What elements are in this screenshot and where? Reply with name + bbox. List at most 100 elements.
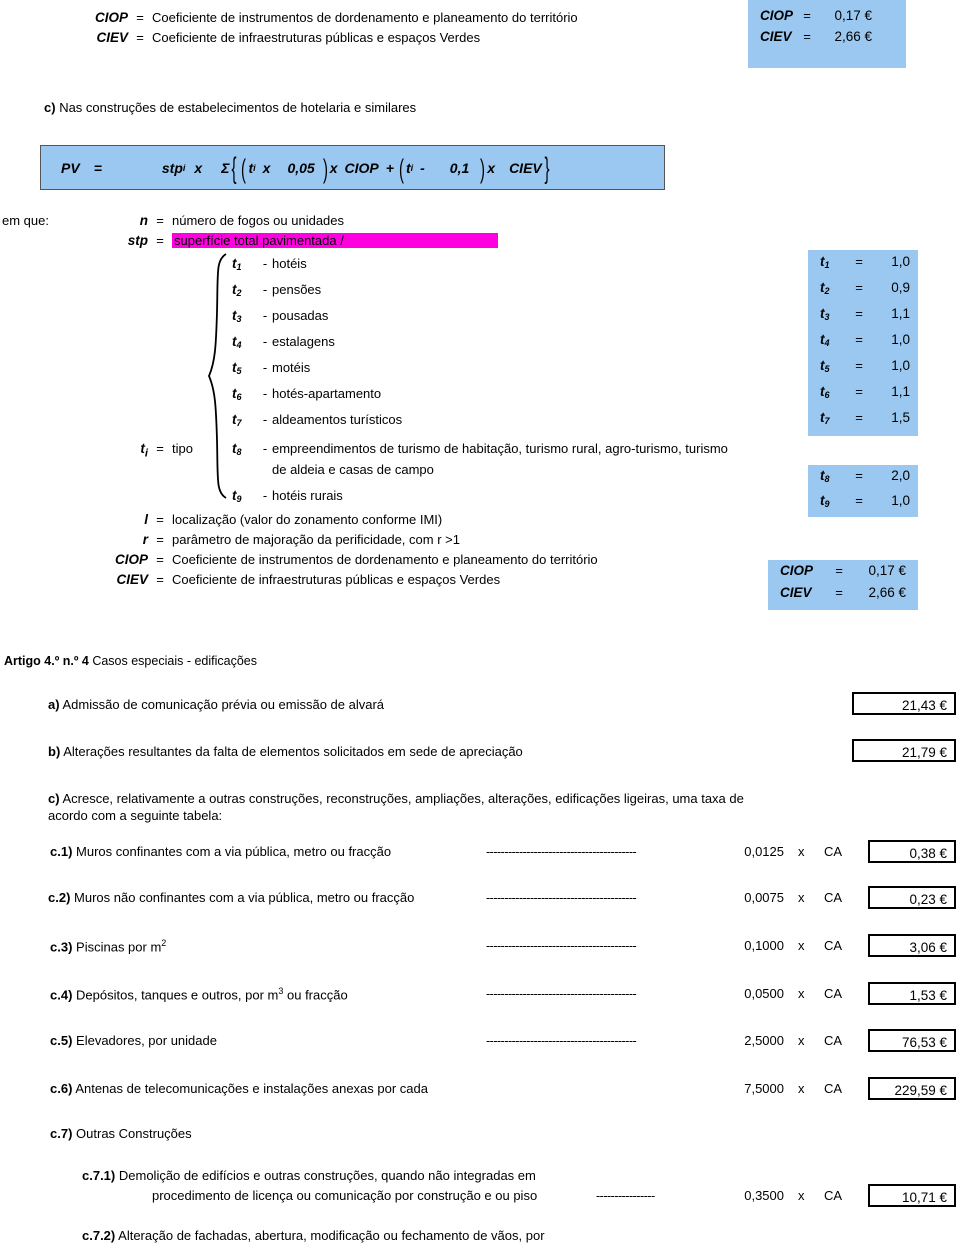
header-eq-ciop: = bbox=[136, 10, 144, 25]
tax-row-c4: c.4) Depósitos, tanques e outros, por m3… bbox=[50, 986, 348, 1002]
type-value-row-6: t6 = 1,1 bbox=[808, 384, 918, 410]
tax-row-c71-line1: c.7.1) Demolição de edifícios e outras c… bbox=[82, 1168, 536, 1183]
def-row-ti: ti = tipo bbox=[100, 441, 193, 460]
def-eq-l: = bbox=[156, 512, 164, 527]
def-key-ciev-tail: CIEV bbox=[116, 572, 148, 587]
def-text-stp-highlighted: superfície total pavimentada / bbox=[172, 233, 498, 248]
type-value-eq-8: = bbox=[855, 468, 863, 483]
artigo-item-b-value: 21,79 € bbox=[852, 739, 956, 762]
def-row-r: r = parâmetro de majoração da perificida… bbox=[100, 532, 460, 547]
type-value-row-2: t2 = 0,9 bbox=[808, 280, 918, 306]
type-label-3: pousadas bbox=[272, 308, 329, 323]
def-text-l: localização (valor do zonamento conforme… bbox=[172, 512, 443, 527]
tail-value-key-ciev: CIEV bbox=[780, 585, 812, 600]
tax-row-c3-dots: ----------------------------------------… bbox=[486, 939, 637, 953]
header-value-row-ciop: CIOP = 0,17 € bbox=[748, 8, 906, 29]
type-value-eq-6: = bbox=[855, 384, 863, 399]
tax-row-c2-ca: CA bbox=[824, 890, 843, 905]
formula-ciev: CIEV bbox=[509, 159, 542, 176]
type-value-eq-9: = bbox=[855, 493, 863, 508]
tax-row-c5-marker: c.5) bbox=[50, 1033, 73, 1048]
tax-row-c4-coef: 0,0500 bbox=[744, 986, 784, 1001]
type-value-4: 1,0 bbox=[891, 332, 910, 347]
type-value-key-7: t7 bbox=[820, 410, 830, 426]
tax-row-c4-ca: CA bbox=[824, 986, 843, 1001]
tax-row-c72-text: Alteração de fachadas, abertura, modific… bbox=[118, 1228, 545, 1243]
formula-x-2: x bbox=[262, 159, 271, 176]
type-value-eq-5: = bbox=[855, 358, 863, 373]
tax-row-c2-text: Muros não confinantes com a via pública,… bbox=[74, 890, 415, 905]
tax-row-c3-marker: c.3) bbox=[50, 939, 73, 955]
def-key-n: n bbox=[139, 213, 148, 228]
artigo-item-a-value: 21,43 € bbox=[852, 692, 956, 715]
type-row-2: t2 - pensões bbox=[232, 282, 321, 298]
header-values-panel: CIOP = 0,17 € CIEV = 2,66 € bbox=[748, 0, 906, 68]
formula-sigma: Σ bbox=[221, 159, 230, 176]
artigo-item-c-marker: c) bbox=[48, 791, 60, 806]
type-key-8: t8 bbox=[232, 441, 242, 457]
tax-row-c2-dots: ----------------------------------------… bbox=[486, 891, 637, 905]
formula-pv: PV bbox=[61, 159, 80, 176]
type-key-4: t4 bbox=[232, 334, 242, 350]
header-value-ciev: 2,66 € bbox=[834, 29, 872, 44]
type-dash-6: - bbox=[262, 386, 268, 401]
type-value-5: 1,0 bbox=[891, 358, 910, 373]
type-row-8: t8 - empreendimentos de turismo de habit… bbox=[232, 441, 728, 457]
artigo-item-c-line1: c) Acresce, relativamente a outras const… bbox=[48, 791, 744, 806]
formula-stp: stp bbox=[161, 159, 183, 176]
tax-row-c7-marker: c.7) bbox=[50, 1126, 73, 1141]
tax-row-c71-dots: ---------------- bbox=[596, 1189, 655, 1203]
tail-value-eq-ciop: = bbox=[835, 563, 843, 578]
tax-row-c1-x: x bbox=[798, 844, 805, 859]
header-text-ciev: Coeficiente de infraestruturas públicas … bbox=[152, 30, 481, 45]
type-label-7: aldeamentos turísticos bbox=[272, 412, 403, 427]
type-row-7: t7 - aldeamentos turísticos bbox=[232, 412, 402, 428]
type-key-3: t3 bbox=[232, 308, 242, 324]
def-key-stp: stp bbox=[127, 233, 148, 248]
type-dash-4: - bbox=[262, 334, 268, 349]
type-value-row-8: t8 = 2,0 bbox=[808, 468, 918, 493]
tax-row-c6-text: Antenas de telecomunicações e instalaçõe… bbox=[75, 1081, 428, 1096]
def-text-r: parâmetro de majoração da perificidade, … bbox=[172, 532, 460, 547]
tax-row-c3-ca: CA bbox=[824, 938, 843, 953]
tail-value-key-ciop: CIOP bbox=[780, 563, 814, 578]
header-eq-ciev: = bbox=[136, 30, 144, 45]
artigo-item-a: a) Admissão de comunicação prévia ou emi… bbox=[48, 697, 384, 712]
tax-row-c3-value: 3,06 € bbox=[868, 934, 956, 957]
type-key-6: t6 bbox=[232, 386, 242, 402]
tax-row-c6-ca: CA bbox=[824, 1081, 843, 1096]
type-dash-3: - bbox=[262, 308, 268, 323]
tax-row-c2-coef: 0,0075 bbox=[744, 890, 784, 905]
formula-coef-005: 0,05 bbox=[287, 159, 315, 176]
type-label-8: empreendimentos de turismo de habitação,… bbox=[272, 441, 728, 456]
def-row-l: l = localização (valor do zonamento conf… bbox=[100, 512, 442, 527]
type-value-row-7: t7 = 1,5 bbox=[808, 410, 918, 436]
type-label-6: hotés-apartamento bbox=[272, 386, 382, 401]
tax-row-c2-x: x bbox=[798, 890, 805, 905]
tax-row-c4-text-after: ou fracção bbox=[283, 987, 348, 1003]
section-c-heading-text: Nas construções de estabelecimentos de h… bbox=[59, 100, 417, 115]
type-dash-2: - bbox=[262, 282, 268, 297]
type-value-key-1: t1 bbox=[820, 254, 830, 270]
type-label-9: hotéis rurais bbox=[272, 488, 343, 503]
type-values-panel-1: t1 = 1,0 t2 = 0,9 t3 = 1,1 t4 = 1,0 t5 =… bbox=[808, 250, 918, 436]
artigo-item-b-text: Alterações resultantes da falta de eleme… bbox=[63, 744, 523, 759]
tail-value-ciop: 0,17 € bbox=[868, 563, 906, 578]
artigo-item-a-marker: a) bbox=[48, 697, 60, 712]
def-eq-ciop-tail: = bbox=[156, 552, 164, 567]
formula-content: PV = stp i x Σ { ( ti x 0,05 ) x CIOP + (… bbox=[61, 151, 550, 185]
type-key-1: t1 bbox=[232, 256, 242, 272]
tax-row-c72-marker: c.7.2) bbox=[82, 1228, 116, 1243]
tax-row-c6-marker: c.6) bbox=[50, 1081, 73, 1096]
def-eq-stp: = bbox=[156, 233, 164, 248]
def-row-ciop-tail: CIOP = Coeficiente de instrumentos de do… bbox=[100, 552, 598, 567]
formula-minus: - bbox=[420, 159, 425, 176]
tax-row-c4-dots: ----------------------------------------… bbox=[486, 987, 637, 1001]
formula-x-4: x bbox=[487, 159, 496, 176]
tax-row-c5-x: x bbox=[798, 1033, 805, 1048]
tax-row-c5-ca: CA bbox=[824, 1033, 843, 1048]
header-value-row-ciev: CIEV = 2,66 € bbox=[748, 29, 906, 50]
formula-t-b-sub: i bbox=[410, 162, 414, 173]
def-eq-ti: = bbox=[156, 441, 164, 456]
type-label-2: pensões bbox=[272, 282, 322, 297]
